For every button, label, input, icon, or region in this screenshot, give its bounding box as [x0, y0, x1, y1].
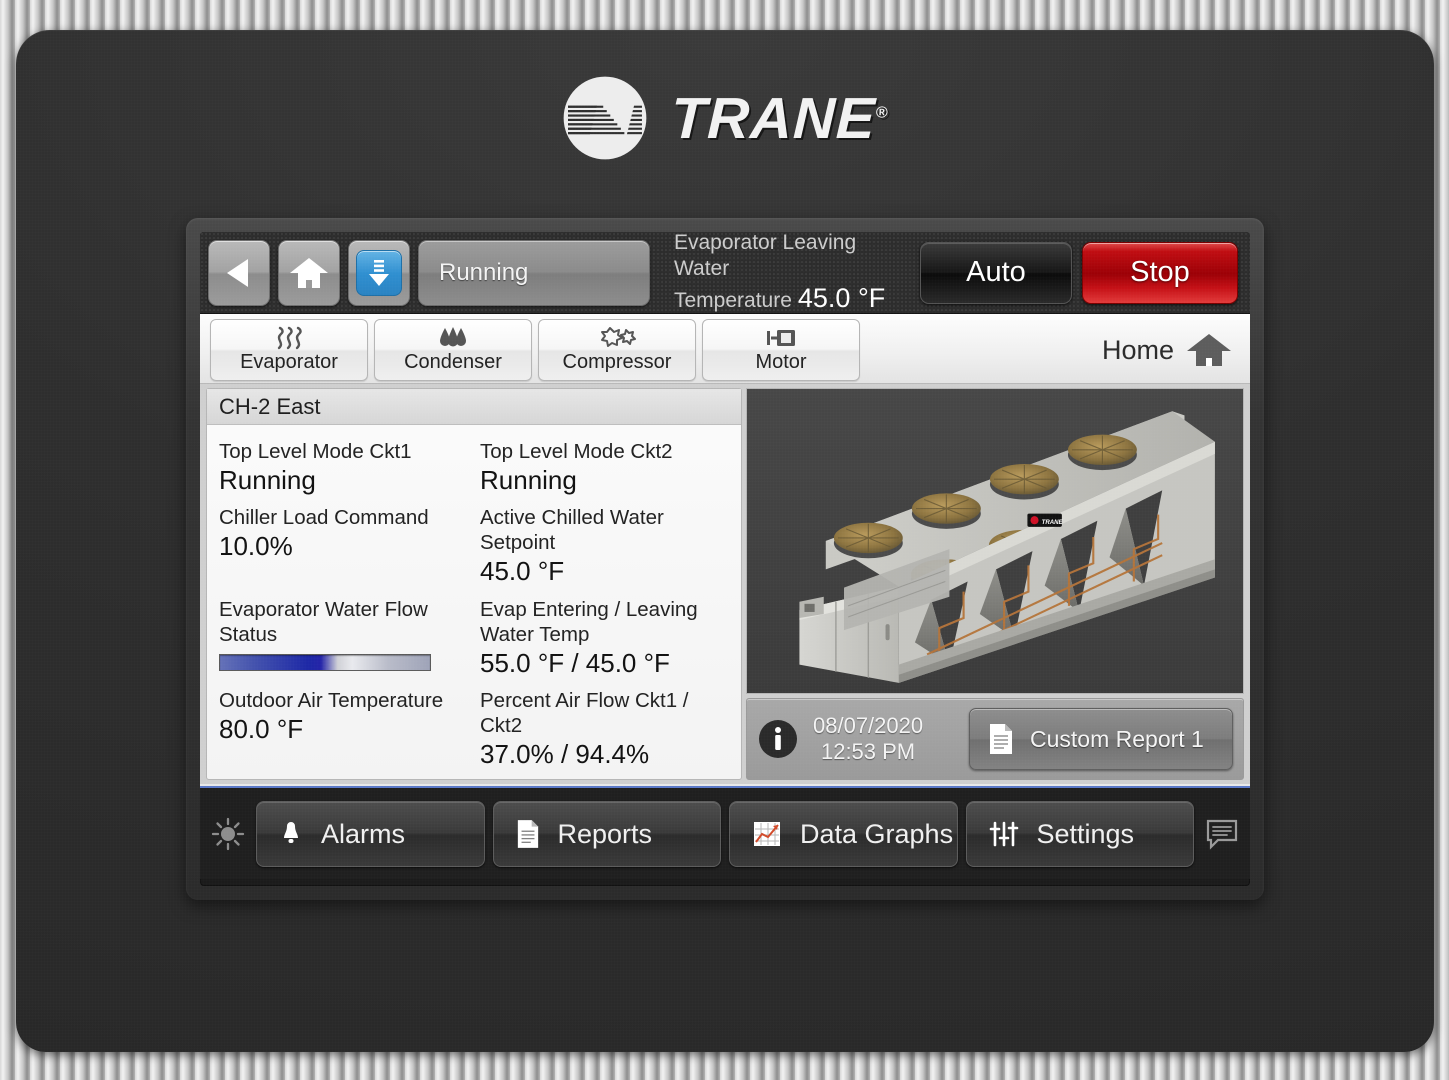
nav-alarms[interactable]: Alarms	[256, 801, 485, 867]
touchscreen: Running Evaporator Leaving Water Tempera…	[200, 232, 1250, 886]
system-time: 12:53 PM	[820, 739, 916, 764]
system-datetime: 08/07/2020 12:53 PM	[813, 713, 923, 765]
trane-logo: TRANE®	[16, 74, 1434, 162]
download-icon	[369, 259, 389, 286]
svg-text:TRANE: TRANE	[1042, 519, 1064, 526]
tab-motor[interactable]: Motor	[702, 319, 860, 381]
field-label: Evaporator Water Flow Status	[219, 597, 428, 646]
home-button[interactable]	[278, 239, 340, 306]
field-evaporator-water-flow-status: Evaporator Water Flow Status	[219, 591, 468, 682]
nav-data-graphs[interactable]: Data Graphs	[729, 801, 958, 867]
tab-label: Condenser	[404, 351, 502, 373]
home-link[interactable]: Home	[1102, 331, 1244, 369]
motor-icon	[763, 326, 799, 350]
tab-label: Motor	[755, 351, 807, 373]
tab-label: Compressor	[562, 351, 672, 373]
tab-label: Evaporator	[240, 351, 338, 373]
document-icon	[988, 723, 1014, 755]
brightness-icon[interactable]	[208, 817, 248, 851]
field-label: Percent Air Flow Ckt1 / Ckt2	[480, 688, 689, 737]
readout-label-line2: Temperature	[674, 288, 792, 312]
nav-reports[interactable]: Reports	[492, 801, 721, 867]
main-content: CH-2 East Top Level Mode Ckt1 Running To…	[200, 384, 1250, 784]
home-icon	[290, 257, 328, 288]
datetime-report-bar: 08/07/2020 12:53 PM Custom Report 1	[746, 698, 1244, 780]
field-label: Active Chilled Water Setpoint	[480, 506, 664, 555]
bottom-navigation: Alarms Reports Data Graphs Settings	[200, 789, 1250, 879]
download-chip	[356, 249, 402, 296]
control-panel-device: TRANE® Running Evaporator Leaving Water …	[16, 30, 1434, 1052]
field-label: Outdoor Air Temperature	[219, 688, 444, 712]
field-evap-entering-leaving-water-temp: Evap Entering / Leaving Water Temp 55.0 …	[480, 591, 729, 682]
info-icon[interactable]	[757, 718, 799, 760]
nav-label: Data Graphs	[800, 818, 954, 849]
component-tab-strip: Evaporator Condenser Compressor Motor Ho…	[200, 314, 1250, 384]
bell-icon	[279, 820, 303, 848]
stop-label: Stop	[1130, 256, 1190, 288]
top-status-bar: Running Evaporator Leaving Water Tempera…	[200, 232, 1250, 314]
field-value: 37.0% / 94.4%	[480, 738, 650, 769]
nav-label: Settings	[1036, 818, 1135, 849]
home-link-label: Home	[1101, 334, 1174, 365]
chiller-status-text: Running	[439, 258, 529, 286]
document-icon	[516, 819, 540, 849]
status-panel: CH-2 East Top Level Mode Ckt1 Running To…	[206, 388, 742, 780]
field-value: 10.0%	[219, 531, 293, 562]
water-droplets-icon	[436, 326, 470, 350]
tab-condenser[interactable]: Condenser	[374, 319, 532, 381]
field-top-level-mode-ckt1: Top Level Mode Ckt1 Running	[219, 433, 468, 499]
right-column: TRANE 08/07/2020 12:53 PM Custom Report …	[746, 388, 1244, 780]
download-button[interactable]	[348, 239, 410, 306]
chiller-render: TRANE	[747, 389, 1243, 693]
readout-value: 45.0 °F	[797, 282, 886, 313]
chart-icon	[752, 820, 782, 848]
home-icon	[1186, 331, 1232, 369]
field-value: 55.0 °F / 45.0 °F	[480, 647, 670, 678]
top-actions: Auto Stop	[920, 241, 1242, 304]
field-value: Running	[480, 465, 577, 495]
field-outdoor-air-temperature: Outdoor Air Temperature 80.0 °F	[219, 682, 468, 773]
field-top-level-mode-ckt2: Top Level Mode Ckt2 Running	[480, 433, 729, 499]
field-active-chilled-water-setpoint: Active Chilled Water Setpoint 45.0 °F	[480, 499, 729, 590]
nav-label: Alarms	[321, 818, 406, 849]
field-value: 45.0 °F	[480, 556, 565, 587]
readout-label-line1: Evaporator Leaving Water	[674, 232, 857, 281]
back-arrow-icon	[227, 258, 248, 287]
screenshot-stage: TRANE® Running Evaporator Leaving Water …	[0, 0, 1449, 1080]
auto-button[interactable]: Auto	[920, 241, 1072, 304]
tab-compressor[interactable]: Compressor	[538, 319, 696, 381]
lcd-bezel: Running Evaporator Leaving Water Tempera…	[186, 218, 1264, 900]
field-label: Evap Entering / Leaving Water Temp	[480, 597, 698, 646]
steam-waves-icon	[272, 326, 306, 350]
tab-evaporator[interactable]: Evaporator	[210, 319, 368, 381]
system-date: 08/07/2020	[813, 713, 924, 739]
auto-label: Auto	[966, 256, 1026, 288]
chiller-status-pill[interactable]: Running	[418, 239, 650, 306]
sliders-icon	[989, 821, 1019, 847]
evaporator-flow-indicator	[219, 653, 431, 671]
field-label: Top Level Mode Ckt2	[480, 440, 673, 463]
status-field-grid: Top Level Mode Ckt1 Running Top Level Mo…	[207, 425, 741, 779]
evap-leaving-water-readout: Evaporator Leaving Water Temperature 45.0…	[658, 232, 912, 315]
field-value: Running	[219, 465, 316, 495]
field-label: Top Level Mode Ckt1	[219, 440, 412, 463]
custom-report-button[interactable]: Custom Report 1	[969, 708, 1233, 770]
nav-label: Reports	[557, 818, 653, 849]
chiller-photo: TRANE	[746, 388, 1244, 694]
panel-title: CH-2 East	[207, 389, 741, 425]
field-label: Chiller Load Command	[219, 506, 429, 530]
trane-logo-mark	[563, 76, 647, 160]
back-button[interactable]	[208, 239, 270, 306]
field-chiller-load-command: Chiller Load Command 10.0%	[219, 499, 468, 590]
chat-bubble-icon[interactable]	[1202, 818, 1242, 850]
field-percent-air-flow: Percent Air Flow Ckt1 / Ckt2 37.0% / 94.…	[480, 682, 729, 773]
custom-report-label: Custom Report 1	[1030, 725, 1204, 752]
nav-settings[interactable]: Settings	[965, 801, 1194, 867]
field-value: 80.0 °F	[219, 713, 304, 744]
stop-button[interactable]: Stop	[1082, 241, 1238, 304]
trane-wordmark: TRANE®	[670, 85, 890, 151]
compressor-burst-icon	[597, 326, 637, 350]
